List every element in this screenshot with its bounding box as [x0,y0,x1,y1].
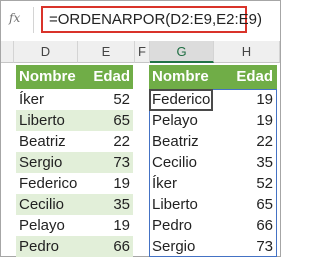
source-name-cell[interactable]: Íker [19,89,44,110]
result-name-cell[interactable]: Pedro [152,215,192,236]
source-age-cell[interactable]: 66 [113,236,130,257]
result-row[interactable]: Beatriz 22 [149,131,277,152]
result-row[interactable]: Liberto 65 [149,194,277,215]
formula-bar: fx =ORDENARPOR(D2:E9,E2:E9) [1,1,280,40]
worksheet-grid[interactable]: D E F G H Nombre Edad Íker 52 Liberto 65… [1,41,280,257]
source-age-cell[interactable]: 35 [113,194,130,215]
source-table: Nombre Edad Íker 52 Liberto 65 Beatriz 2… [16,65,133,257]
result-row[interactable]: Íker 52 [149,173,277,194]
source-age-cell[interactable]: 52 [113,89,130,110]
formula-bar-divider [33,7,34,33]
source-name-cell[interactable]: Liberto [19,110,65,131]
source-row[interactable]: Cecilio 35 [16,194,133,215]
source-name-cell[interactable]: Cecilio [19,194,64,215]
source-age-cell[interactable]: 19 [113,173,130,194]
result-row[interactable]: Pelayo 19 [149,110,277,131]
result-age-cell[interactable]: 65 [256,194,273,215]
source-age-cell[interactable]: 22 [113,131,130,152]
source-name-cell[interactable]: Beatriz [19,131,66,152]
function-icon[interactable]: fx [9,11,20,25]
result-age-cell[interactable]: 19 [256,110,273,131]
result-row[interactable]: Cecilio 35 [149,152,277,173]
formula-input[interactable]: =ORDENARPOR(D2:E9,E2:E9) [41,6,262,33]
result-name-cell[interactable]: Cecilio [152,152,197,173]
source-row[interactable]: Liberto 65 [16,110,133,131]
result-age-cell[interactable]: 35 [256,152,273,173]
source-age-cell[interactable]: 65 [113,110,130,131]
source-name-cell[interactable]: Pelayo [19,215,65,236]
source-name-cell[interactable]: Federico [19,173,77,194]
source-row[interactable]: Pelayo 19 [16,215,133,236]
result-table-header: Nombre Edad [149,65,277,89]
result-row[interactable]: Federico 19 [149,89,277,110]
source-header-age: Edad [93,68,130,85]
column-header-f[interactable]: F [135,41,150,63]
result-name-cell[interactable]: Beatriz [152,131,199,152]
source-name-cell[interactable]: Pedro [19,236,59,257]
source-table-header: Nombre Edad [16,65,133,89]
column-header-e[interactable]: E [78,41,135,63]
result-name-cell[interactable]: Sergio [152,236,195,257]
source-name-cell[interactable]: Sergio [19,152,62,173]
result-row[interactable]: Sergio 73 [149,236,277,257]
source-row[interactable]: Federico 19 [16,173,133,194]
result-name-cell[interactable]: Íker [152,173,177,194]
column-header-d[interactable]: D [14,41,78,63]
result-age-cell[interactable]: 22 [256,131,273,152]
result-age-cell[interactable]: 66 [256,215,273,236]
source-row[interactable]: Beatriz 22 [16,131,133,152]
result-header-age: Edad [236,68,273,85]
source-age-cell[interactable]: 19 [113,215,130,236]
result-row[interactable]: Pedro 66 [149,215,277,236]
source-row[interactable]: Pedro 66 [16,236,133,257]
grid-corner [1,41,14,63]
result-table: Nombre Edad Federico 19 Pelayo 19 Beatri… [149,65,277,257]
source-row[interactable]: Sergio 73 [16,152,133,173]
result-header-name: Nombre [152,68,209,85]
source-age-cell[interactable]: 73 [113,152,130,173]
spreadsheet-window: fx =ORDENARPOR(D2:E9,E2:E9) D E F G H No… [0,0,281,257]
result-age-cell[interactable]: 19 [256,89,273,110]
source-row[interactable]: Íker 52 [16,89,133,110]
result-name-cell[interactable]: Liberto [152,194,198,215]
column-header-h[interactable]: H [214,41,280,63]
result-name-cell[interactable]: Federico [152,89,210,110]
source-header-name: Nombre [19,68,76,85]
result-name-cell[interactable]: Pelayo [152,110,198,131]
column-header-g[interactable]: G [150,41,214,63]
result-age-cell[interactable]: 73 [256,236,273,257]
result-age-cell[interactable]: 52 [256,173,273,194]
